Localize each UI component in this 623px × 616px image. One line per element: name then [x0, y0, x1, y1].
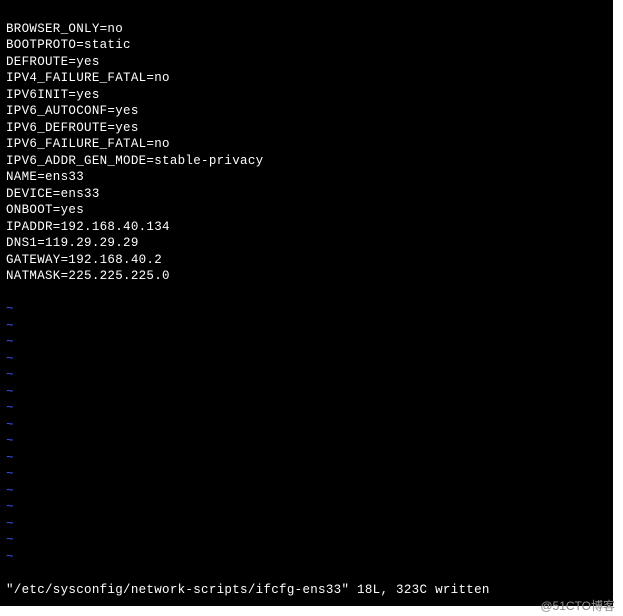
- config-line: GATEWAY=192.168.40.2: [6, 252, 607, 269]
- config-line: IPV6_FAILURE_FATAL=no: [6, 136, 607, 153]
- vi-tilde-line: ~: [6, 549, 607, 566]
- config-line: DNS1=119.29.29.29: [6, 235, 607, 252]
- vi-tilde-line: ~: [6, 384, 607, 401]
- config-line: ONBOOT=yes: [6, 202, 607, 219]
- vi-tilde-line: ~: [6, 499, 607, 516]
- vi-tilde-line: ~: [6, 466, 607, 483]
- terminal-window[interactable]: BROWSER_ONLY=noBOOTPROTO=staticDEFROUTE=…: [0, 0, 613, 606]
- vi-tilde-line: ~: [6, 301, 607, 318]
- config-file-content: BROWSER_ONLY=noBOOTPROTO=staticDEFROUTE=…: [6, 21, 607, 285]
- vi-tilde-line: ~: [6, 367, 607, 384]
- vi-tilde-line: ~: [6, 318, 607, 335]
- vi-tilde-line: ~: [6, 450, 607, 467]
- config-line: DEFROUTE=yes: [6, 54, 607, 71]
- vi-tilde-line: ~: [6, 433, 607, 450]
- vi-empty-lines: ~~~~~~~~~~~~~~~~: [6, 301, 607, 565]
- config-line: DEVICE=ens33: [6, 186, 607, 203]
- config-line: BOOTPROTO=static: [6, 37, 607, 54]
- vi-tilde-line: ~: [6, 516, 607, 533]
- config-line: IPV6INIT=yes: [6, 87, 607, 104]
- vi-tilde-line: ~: [6, 417, 607, 434]
- config-line: IPV6_DEFROUTE=yes: [6, 120, 607, 137]
- config-line: IPV4_FAILURE_FATAL=no: [6, 70, 607, 87]
- config-line: NAME=ens33: [6, 169, 607, 186]
- vi-tilde-line: ~: [6, 334, 607, 351]
- config-line: NATMASK=225.225.225.0: [6, 268, 607, 285]
- vi-status-line: "/etc/sysconfig/network-scripts/ifcfg-en…: [6, 582, 607, 599]
- config-line: IPADDR=192.168.40.134: [6, 219, 607, 236]
- vi-tilde-line: ~: [6, 351, 607, 368]
- config-line: IPV6_AUTOCONF=yes: [6, 103, 607, 120]
- vi-tilde-line: ~: [6, 532, 607, 549]
- watermark-text: @51CTO博客: [540, 597, 615, 614]
- vi-tilde-line: ~: [6, 400, 607, 417]
- config-line: IPV6_ADDR_GEN_MODE=stable-privacy: [6, 153, 607, 170]
- vi-tilde-line: ~: [6, 483, 607, 500]
- config-line: BROWSER_ONLY=no: [6, 21, 607, 38]
